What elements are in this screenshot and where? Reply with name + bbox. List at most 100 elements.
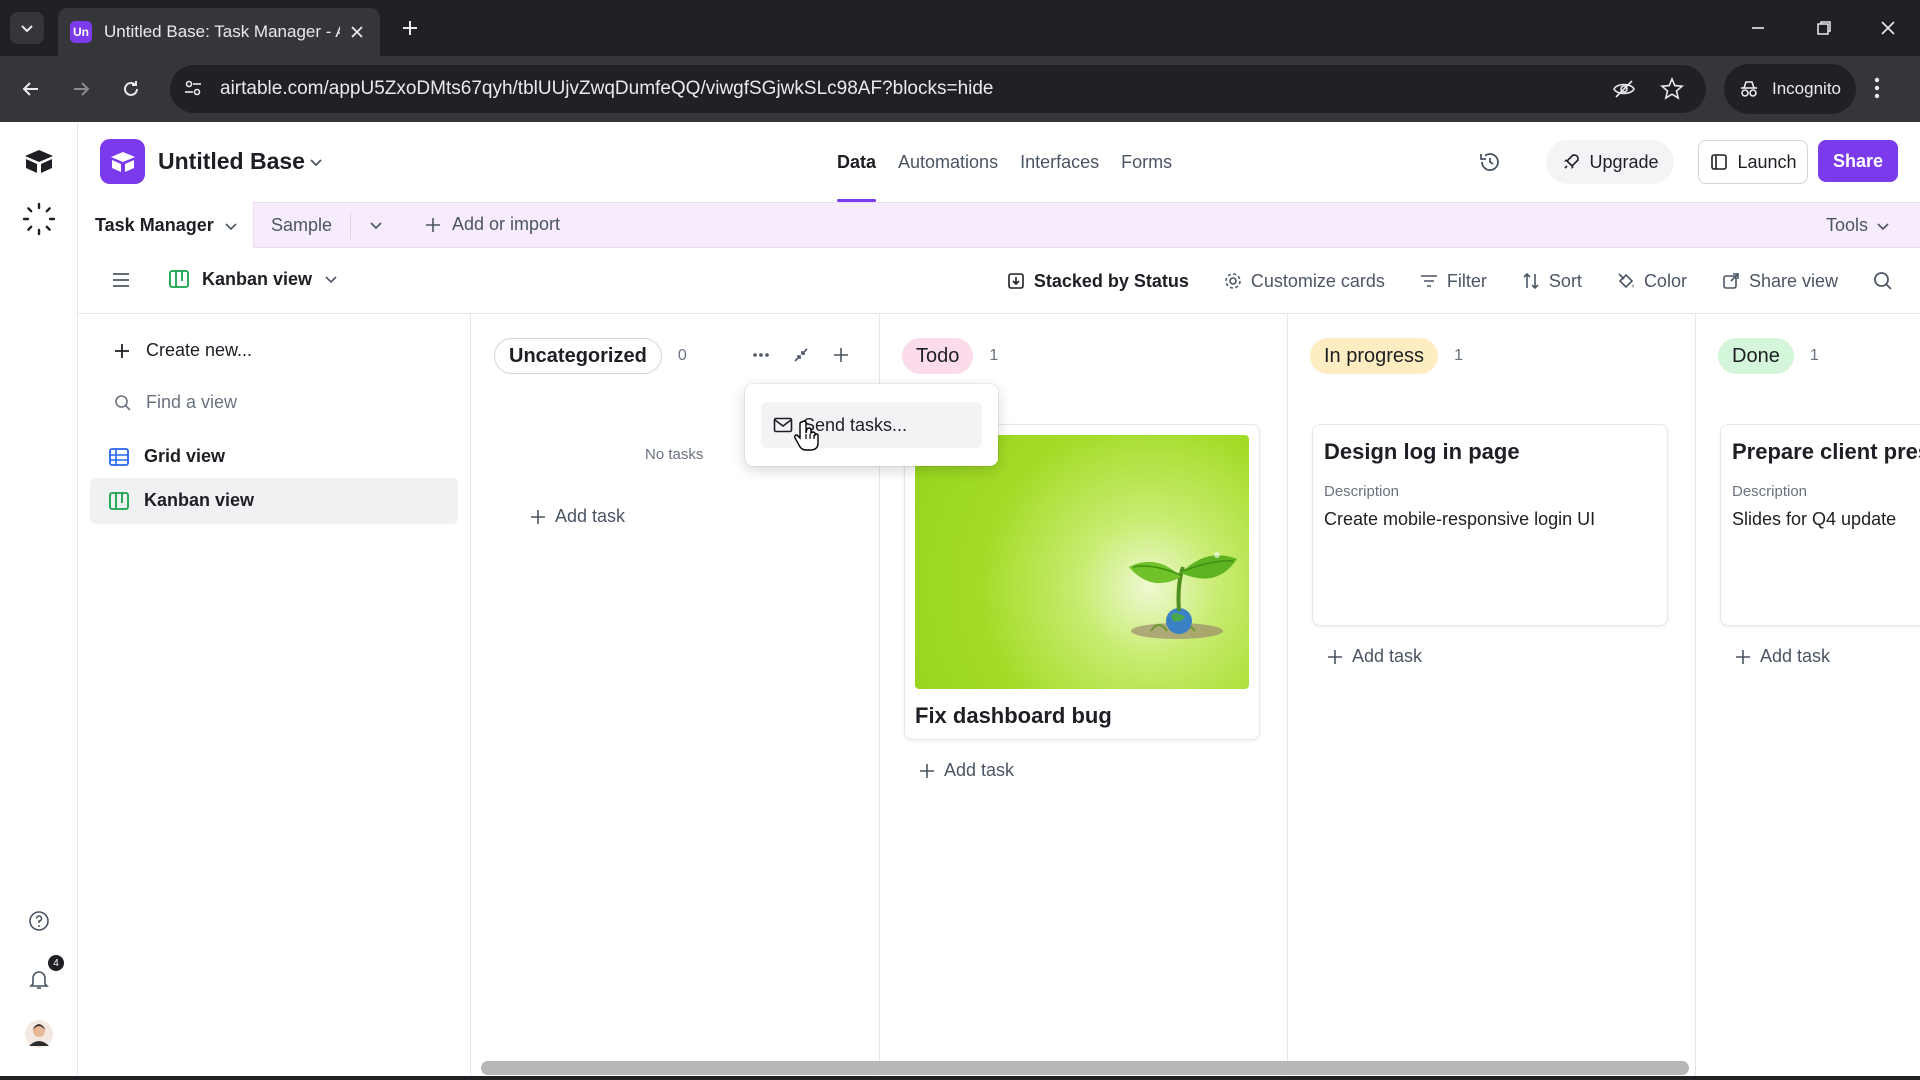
tab-forms[interactable]: Forms [1110, 122, 1183, 202]
add-or-import-button[interactable]: Add or import [424, 214, 560, 235]
kanban-icon [109, 491, 129, 510]
add-task-label: Add task [555, 506, 626, 526]
main-nav-tabs: Data Automations Interfaces Forms [826, 122, 1183, 202]
base-name[interactable]: Untitled Base [158, 148, 305, 175]
chevron-down-icon[interactable] [308, 154, 324, 170]
customize-cards-button[interactable]: Customize cards [1223, 271, 1385, 292]
task-card[interactable]: Design log in page Description Create mo… [1312, 424, 1668, 626]
stacked-by-button[interactable]: Stacked by Status [1006, 271, 1189, 292]
card-field-label: Description [1732, 483, 1808, 500]
star-icon[interactable] [1660, 77, 1684, 101]
address-bar[interactable]: airtable.com/appU5ZxoDMts67qyh/tblUUjvZw… [170, 65, 1706, 113]
workspace-icon[interactable] [20, 200, 58, 238]
filter-button[interactable]: Filter [1419, 271, 1487, 292]
tab-data[interactable]: Data [826, 122, 887, 202]
card-title: Prepare client pres [1732, 439, 1920, 464]
collapse-icon[interactable] [792, 346, 810, 364]
new-tab-button[interactable] [396, 14, 424, 42]
find-view-placeholder: Find a view [146, 392, 238, 412]
plus-icon [920, 763, 934, 778]
tab-close-icon[interactable] [350, 25, 364, 39]
task-card[interactable]: Prepare client pres Description Slides f… [1720, 424, 1920, 626]
color-button[interactable]: Color [1616, 271, 1687, 292]
incognito-indicator[interactable]: Incognito [1724, 64, 1856, 114]
status-pill[interactable]: Todo [902, 338, 974, 374]
close-window-button[interactable] [1874, 14, 1902, 42]
hamburger-menu-icon[interactable] [110, 269, 132, 291]
filter-icon [1420, 275, 1437, 287]
create-new-view-button[interactable]: Create new... [112, 340, 252, 361]
launch-icon [1711, 154, 1728, 170]
views-sidebar: Create new... Find a view Grid view Kanb… [78, 314, 471, 1080]
help-icon[interactable] [20, 902, 58, 940]
chevron-down-icon [225, 222, 237, 230]
site-info-icon[interactable] [182, 77, 204, 99]
view-item-label: Kanban view [144, 490, 255, 510]
card-description: Slides for Q4 update [1732, 509, 1897, 529]
card-field-label: Description [1324, 483, 1400, 500]
find-view-search[interactable]: Find a view [114, 392, 237, 413]
horizontal-scrollbar[interactable] [481, 1061, 1689, 1075]
tab-interfaces[interactable]: Interfaces [1009, 122, 1110, 202]
kanban-column-done: Done 1 Prepare client pres Description S… [1696, 314, 1920, 1080]
task-card[interactable]: Fix dashboard bug [904, 424, 1260, 740]
filter-label: Filter [1446, 270, 1487, 291]
launch-button[interactable]: Launch [1698, 140, 1808, 184]
screen-edge [0, 1076, 1920, 1080]
add-task-button[interactable]: Add task [529, 506, 625, 527]
view-item-label: Grid view [144, 446, 226, 466]
column-header: Uncategorized 0 [494, 336, 687, 376]
upgrade-button[interactable]: Upgrade [1546, 140, 1674, 184]
base-header: Untitled Base Data Automations Interface… [78, 122, 1920, 202]
plus-icon [1736, 649, 1750, 664]
add-task-button[interactable]: Add task [918, 760, 1014, 781]
forward-button[interactable] [66, 74, 96, 104]
view-item-kanban[interactable]: Kanban view [108, 490, 254, 511]
column-header: Done 1 [1718, 336, 1819, 376]
notification-badge: 4 [48, 955, 64, 971]
no-tasks-text: No tasks [645, 446, 704, 463]
airtable-home-icon[interactable] [20, 142, 58, 180]
search-icon [115, 394, 131, 411]
tab-search-button[interactable] [10, 12, 44, 44]
base-logo-icon[interactable] [100, 139, 145, 184]
minimize-button[interactable] [1744, 14, 1772, 42]
tab-automations[interactable]: Automations [887, 122, 1009, 202]
user-avatar[interactable] [20, 1015, 58, 1053]
plus-icon [115, 343, 129, 358]
incognito-icon [1741, 81, 1757, 97]
card-attachment-image [915, 435, 1249, 689]
view-switcher[interactable]: Kanban view [168, 268, 338, 290]
rocket-icon [1564, 154, 1580, 169]
status-pill[interactable]: In progress [1310, 338, 1439, 374]
back-button[interactable] [16, 74, 46, 104]
browser-menu-icon[interactable] [1874, 76, 1880, 100]
plus-icon[interactable] [832, 346, 850, 364]
add-task-button[interactable]: Add task [1326, 646, 1422, 667]
more-options-icon[interactable] [752, 352, 770, 358]
restore-button[interactable] [1810, 14, 1838, 42]
plus-icon [531, 509, 545, 524]
column-count: 0 [677, 347, 687, 364]
reload-button[interactable] [116, 74, 146, 104]
table-tab-task-manager[interactable]: Task Manager [78, 202, 254, 249]
add-task-label: Add task [944, 760, 1015, 780]
status-pill[interactable]: Done [1718, 338, 1794, 374]
search-icon[interactable] [1872, 270, 1894, 292]
share-button[interactable]: Share [1818, 140, 1898, 182]
eye-off-icon[interactable] [1612, 77, 1636, 101]
status-pill[interactable]: Uncategorized [494, 338, 662, 374]
restore-icon [1817, 21, 1831, 35]
tools-menu-button[interactable]: Tools [1826, 215, 1890, 236]
browser-tab[interactable]: Un Untitled Base: Task Manager - A [58, 8, 380, 56]
add-task-button[interactable]: Add task [1734, 646, 1830, 667]
share-view-button[interactable]: Share view [1721, 271, 1838, 292]
chevron-down-icon [1877, 222, 1889, 230]
table-tabs-bar: Task Manager Sample Add or import Tools [78, 202, 1920, 249]
history-icon[interactable] [1476, 148, 1504, 176]
more-tables-chevron-icon[interactable] [368, 217, 384, 233]
sort-button[interactable]: Sort [1521, 271, 1582, 292]
table-tab-sample[interactable]: Sample [271, 215, 332, 236]
view-item-grid[interactable]: Grid view [108, 446, 225, 467]
external-share-icon [1723, 273, 1739, 289]
